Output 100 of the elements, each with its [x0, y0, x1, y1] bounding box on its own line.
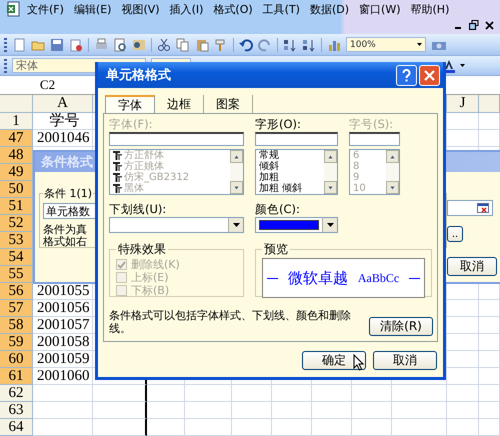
scroll-button[interactable] — [386, 181, 399, 194]
condition-text: 格式如右 — [43, 236, 87, 248]
input-field[interactable] — [255, 132, 338, 146]
row-header[interactable]: 49 — [0, 164, 33, 181]
format-button[interactable]: .. — [447, 226, 463, 242]
paste-icon[interactable] — [195, 38, 209, 52]
row-header[interactable]: 57 — [0, 300, 33, 317]
row-header[interactable]: 64 — [0, 419, 33, 436]
excel-document-icon[interactable] — [6, 1, 22, 17]
list-item[interactable]: 倾斜 — [259, 161, 279, 172]
save-icon[interactable] — [50, 38, 64, 52]
row-header[interactable]: 59 — [0, 334, 33, 351]
row-header[interactable]: 52 — [0, 215, 33, 232]
menu-item[interactable]: 编辑(E) — [68, 2, 116, 16]
table-cell — [479, 113, 500, 130]
scroll-button[interactable] — [230, 150, 243, 163]
permission-icon[interactable] — [69, 38, 83, 52]
row-header[interactable]: 62 — [0, 385, 33, 402]
cancel-button[interactable]: 取消 — [373, 351, 437, 370]
table-cell — [93, 419, 147, 436]
scroll-button[interactable] — [324, 150, 337, 163]
row-header[interactable]: 60 — [0, 351, 33, 368]
menu-item[interactable]: 文件(F) — [22, 2, 69, 16]
underline-dropdown[interactable] — [109, 217, 244, 233]
table-cell — [272, 419, 312, 436]
menu-item[interactable]: 格式(O) — [208, 2, 258, 16]
row-header[interactable]: 51 — [0, 198, 33, 215]
column-header[interactable]: A — [33, 95, 93, 113]
condition-text: 条件为真 — [43, 224, 87, 236]
zoom-dropdown[interactable]: 100% — [346, 37, 426, 52]
menu-item[interactable]: 工具(T) — [258, 2, 305, 16]
scroll-button[interactable] — [230, 181, 243, 194]
help-button[interactable] — [396, 64, 417, 86]
table-cell — [93, 385, 147, 402]
list-item[interactable]: 常规 — [259, 150, 279, 161]
cancel-button[interactable]: 取消 — [447, 257, 497, 276]
row-header[interactable]: 63 — [0, 402, 33, 419]
input-field[interactable] — [349, 132, 400, 146]
undo-icon[interactable] — [239, 38, 253, 52]
value-field[interactable] — [447, 200, 493, 216]
table-cell — [232, 419, 272, 436]
scroll-button[interactable] — [386, 150, 399, 163]
down-arrow-icon — [389, 184, 396, 190]
table-cell — [312, 385, 352, 402]
list-item[interactable]: 加粗 — [259, 172, 279, 183]
row-header[interactable]: 54 — [0, 249, 33, 266]
row-header[interactable]: 58 — [0, 317, 33, 334]
table-cell — [447, 300, 479, 317]
table-cell: 2001060 — [33, 368, 93, 385]
row-header[interactable]: 53 — [0, 232, 33, 249]
menu-item[interactable]: 插入(I) — [164, 2, 208, 16]
list-item[interactable]: 加粗 倾斜 — [259, 183, 302, 194]
table-cell — [479, 419, 500, 436]
row-header[interactable]: 48 — [0, 147, 33, 164]
tab[interactable]: 图案 — [204, 95, 253, 113]
tab[interactable]: 字体 — [105, 95, 155, 113]
print-icon[interactable] — [94, 38, 108, 52]
color-dropdown[interactable] — [255, 217, 338, 233]
close-icon[interactable] — [485, 20, 494, 30]
row-header[interactable]: 61 — [0, 368, 33, 385]
menu-item[interactable]: 帮助(H) — [406, 2, 454, 16]
row-header[interactable]: 1 — [0, 113, 33, 130]
clear-button[interactable]: 清除(R) — [369, 317, 433, 336]
question-mark-icon — [402, 68, 411, 82]
scroll-button[interactable] — [324, 181, 337, 194]
caret-icon[interactable] — [460, 64, 465, 67]
row-header[interactable]: 56 — [0, 283, 33, 300]
copy-icon[interactable] — [176, 38, 190, 52]
tab[interactable]: 边框 — [155, 95, 204, 113]
table-cell — [185, 385, 232, 402]
field-label: 下划线(U): — [109, 203, 168, 216]
row-header[interactable]: 50 — [0, 181, 33, 198]
cut-icon[interactable] — [157, 38, 171, 52]
research-icon[interactable] — [132, 38, 146, 52]
menu-item[interactable]: 视图(V) — [116, 2, 165, 16]
option-list[interactable]: 常规 倾斜 加粗 加粗 倾斜 — [255, 149, 338, 195]
table-cell — [147, 385, 185, 402]
font-type-icon — [113, 151, 122, 160]
print-preview-icon[interactable] — [113, 38, 127, 52]
table-cell — [392, 402, 447, 419]
menu-item[interactable]: 窗口(W) — [354, 2, 406, 16]
sort-ascending-icon[interactable] — [283, 38, 297, 52]
column-header[interactable]: J — [447, 95, 479, 113]
new-document-icon[interactable] — [12, 38, 26, 52]
ok-button[interactable]: 确定 — [302, 351, 366, 370]
close-button[interactable] — [419, 64, 440, 86]
field-label: 颜色(C): — [255, 203, 301, 216]
collapse-dialog-icon[interactable] — [477, 203, 489, 213]
restore-icon[interactable] — [469, 20, 479, 30]
input-field[interactable] — [109, 132, 244, 146]
sort-descending-icon[interactable] — [302, 38, 316, 52]
menu-item[interactable]: 数据(D) — [304, 2, 354, 16]
table-cell — [392, 419, 447, 436]
table-cell — [312, 419, 352, 436]
table-cell — [447, 368, 479, 385]
row-header[interactable]: 47 — [0, 130, 33, 147]
table-cell: 2001059 — [33, 351, 93, 368]
close-icon — [424, 70, 435, 80]
table-cell — [447, 351, 479, 368]
row-header[interactable]: 55 — [0, 266, 33, 283]
